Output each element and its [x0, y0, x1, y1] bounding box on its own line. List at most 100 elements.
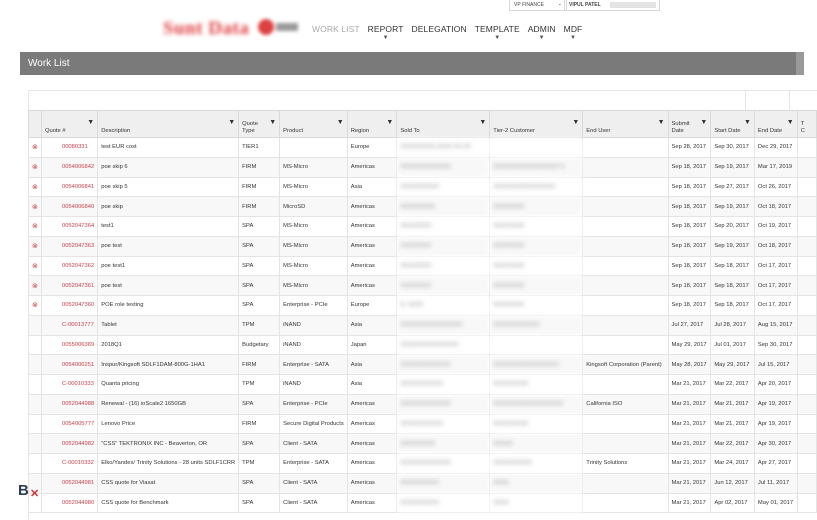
description-cell: Inspur/Kingsoft SDLF1DAM-800G-1HA1 [97, 354, 240, 375]
row-action-cell [28, 453, 42, 474]
quote-number-link[interactable]: 0052047361 [40, 275, 99, 296]
product-cell: MS-Micro [279, 176, 348, 198]
cancel-icon[interactable]: ⊗ [32, 283, 38, 290]
table-row[interactable]: 0052044982 "CSS" TEKTRONIX INC - Beaverto… [28, 433, 817, 454]
column-header-start-date[interactable]: Start Date ▼ [710, 110, 755, 138]
quote-number-link[interactable]: 0052047364 [40, 216, 99, 237]
filter-icon[interactable]: ▼ [744, 119, 751, 126]
end-date-cell: Oct 19, 2017 [753, 216, 798, 237]
quote-number-link[interactable]: C-00010333 [40, 374, 99, 395]
quote-number-link[interactable]: 0052044988 [40, 393, 99, 415]
extra-cell [796, 216, 817, 237]
table-row[interactable]: ⊗ 00080331 test EUR cost TIER1 Europe XXXXXXX… [28, 137, 817, 158]
table-row[interactable]: 0052044981 CSS quote for Viasat SPA Client … [28, 472, 817, 494]
start-date-cell: Mar 22, 2017 [710, 374, 755, 395]
extra-cell [796, 235, 817, 257]
user-menu[interactable]: VIPUL PATEL [564, 0, 660, 11]
table-row[interactable]: 0052044988 Renewal - (16) ioScale2 1650GB… [28, 393, 817, 415]
column-header-submit-date[interactable]: Submit Date ▼ [667, 110, 712, 138]
company-selector[interactable]: VP FINANCE ⌄ [509, 0, 567, 11]
table-row[interactable]: ⊗ 0054006840 poe skip FIRM MicroSD Americas XX… [28, 196, 817, 217]
column-header-description[interactable]: Description ▼ [97, 110, 240, 138]
cancel-icon[interactable]: ⊗ [32, 223, 38, 230]
table-row[interactable]: 0054006251 Inspur/Kingsoft SDLF1DAM-800G-… [28, 354, 817, 375]
quote-number-link[interactable]: 0054006842 [40, 156, 99, 178]
partner-logo [258, 19, 300, 37]
column-header-quote[interactable]: Quote # ▼ [40, 110, 99, 138]
table-row[interactable]: C-00013777 Tablet TPM iNAND Asia XXXXXXXXXXXX… [28, 314, 817, 336]
cancel-icon[interactable]: ⊗ [32, 164, 38, 171]
quote-number-link[interactable]: 0052044980 [40, 492, 99, 514]
column-header-quote-type[interactable]: Quote Type ▼ [238, 110, 281, 138]
cancel-icon[interactable]: ⊗ [32, 243, 38, 250]
filter-icon[interactable]: ▼ [87, 119, 94, 126]
tier2-customer-cell [489, 137, 584, 158]
quote-number-link[interactable]: 0052044982 [40, 433, 99, 454]
table-row[interactable]: 0055006369 2018Q1 Budgetary iNAND Japan XXXXX… [28, 334, 817, 356]
table-row[interactable]: ⊗ 0052047363 poe test SPA MS-Micro Americas XX… [28, 235, 817, 257]
filter-icon[interactable]: ▼ [658, 119, 665, 126]
quote-number-link[interactable]: C-00013777 [40, 314, 99, 336]
column-header-product[interactable]: Product ▼ [279, 110, 348, 138]
quote-type-cell: FIRM [238, 354, 281, 375]
cancel-icon[interactable]: ⊗ [32, 184, 38, 191]
nav-mdf[interactable]: MDF ▼ [564, 24, 583, 41]
cancel-icon[interactable]: ⊗ [32, 204, 38, 211]
filter-icon[interactable]: ▼ [269, 119, 276, 126]
column-header-end-user[interactable]: End User ▼ [582, 110, 669, 138]
table-row[interactable]: ⊗ 0052047360 POE role testing SPA Enterprise… [28, 295, 817, 316]
nav-work-list[interactable]: WORK LIST [312, 24, 360, 34]
cancel-icon[interactable]: ⊗ [32, 144, 38, 151]
cancel-icon[interactable]: ⊗ [32, 302, 38, 309]
start-date-cell: Jun 12, 2017 [710, 472, 755, 494]
quote-number-link[interactable]: 0054006251 [40, 354, 99, 375]
nav-template[interactable]: TEMPLATE ▼ [475, 24, 520, 41]
sold-to-cell: XXXXXXXXXXX [396, 374, 491, 395]
filter-icon[interactable]: ▼ [337, 119, 344, 126]
quote-number-link[interactable]: 0054006840 [40, 196, 99, 217]
quote-number-link[interactable]: 0054006841 [40, 176, 99, 198]
filter-icon[interactable]: ▼ [228, 119, 235, 126]
column-header-sold-to[interactable]: Sold To ▼ [396, 110, 491, 138]
table-row[interactable]: ⊗ 0052047364 test1 SPA MS-Micro Americas XXXXX… [28, 216, 817, 237]
quote-number-link[interactable]: 00080331 [40, 137, 99, 158]
filter-icon[interactable]: ▼ [386, 119, 393, 126]
description-cell: "CSS" TEKTRONIX INC - Beaverton, OR [97, 433, 240, 454]
quote-number-link[interactable]: 0052044981 [40, 472, 99, 494]
table-row[interactable]: ⊗ 0052047362 poe test1 SPA MS-Micro Americas X… [28, 255, 817, 277]
product-cell: Enterprise - SATA [279, 453, 348, 474]
quote-number-link[interactable]: C-00010332 [40, 453, 99, 474]
tier2-customer-cell: XXXX [489, 472, 584, 494]
filter-icon[interactable]: ▼ [787, 119, 794, 126]
nav-delegation[interactable]: DELEGATION [412, 24, 467, 34]
filter-icon[interactable]: ▼ [572, 119, 579, 126]
nav-admin[interactable]: ADMIN ▼ [528, 24, 556, 41]
column-header-end-date[interactable]: End Date ▼ [753, 110, 798, 138]
submit-date-cell: Sep 18, 2017 [667, 295, 712, 316]
table-row[interactable]: ⊗ 0054006841 poe skip 5 FIRM MS-Micro Asia XXX… [28, 176, 817, 198]
nav-report[interactable]: REPORT ▼ [368, 24, 404, 41]
filter-icon[interactable]: ▼ [479, 119, 486, 126]
description-cell: 2018Q1 [97, 334, 240, 356]
submit-date-cell: Sep 28, 2017 [667, 137, 712, 158]
quote-type-cell: SPA [238, 235, 281, 257]
table-row[interactable]: C-00010333 Quanta pricing TPM iNAND Asia XXXX… [28, 374, 817, 395]
cancel-icon[interactable]: ⊗ [32, 263, 38, 270]
table-row[interactable]: ⊗ 0054006842 poe skip 6 FIRM MS-Micro America… [28, 156, 817, 178]
quote-number-link[interactable]: 0052047362 [40, 255, 99, 277]
quote-number-link[interactable]: 0052047360 [40, 295, 99, 316]
quote-number-link[interactable]: 0055006369 [40, 334, 99, 356]
quote-number-link[interactable]: 0052047363 [40, 235, 99, 257]
quote-number-link[interactable]: 0054005777 [40, 413, 99, 435]
submit-date-cell: Sep 18, 2017 [667, 235, 712, 257]
extra-cell [796, 374, 817, 395]
column-header-region[interactable]: Region ▼ [346, 110, 398, 138]
column-header-tier2[interactable]: Tier-2 Customer ▼ [489, 110, 584, 138]
table-row[interactable]: C-00010332 Elko/Yandex/ Trinity Solutions… [28, 453, 817, 474]
end-date-cell: Apr 27, 2017 [753, 453, 798, 474]
filter-icon[interactable]: ▼ [700, 119, 707, 126]
submit-date-cell: Sep 18, 2017 [667, 176, 712, 198]
table-row[interactable]: ⊗ 0052047361 poe test SPA MS-Micro Americas XX… [28, 275, 817, 296]
table-row[interactable]: 0054005777 Lenovo Price FIRM Secure Digital… [28, 413, 817, 435]
table-row[interactable]: 0052044980 CSS quote for Benchmark SPA Clie… [28, 492, 817, 514]
